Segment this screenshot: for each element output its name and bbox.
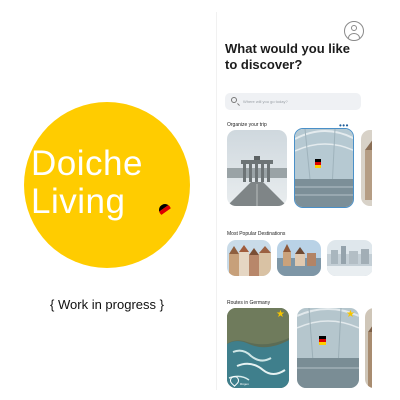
route-card-coast[interactable]: ★ Rügen <box>227 308 289 388</box>
user-profile-icon[interactable] <box>344 21 364 41</box>
search-bar[interactable] <box>225 93 361 110</box>
destination-card-1[interactable] <box>227 240 271 276</box>
section-title-popular: Most Popular Destinations <box>227 231 286 237</box>
logo-text-line1: Doiche <box>31 144 143 183</box>
route-card-partial[interactable] <box>365 308 372 388</box>
page-title: What would you like to discover? <box>225 41 350 72</box>
section-title-organize: Organize your trip <box>227 122 267 128</box>
search-icon <box>231 97 237 103</box>
app-screen: What would you like to discover? Organiz… <box>216 12 372 390</box>
trip-card-partial[interactable] <box>361 130 372 206</box>
section-title-routes: Routes in Germany <box>227 300 271 306</box>
destination-card-3[interactable] <box>327 240 372 276</box>
destination-card-2[interactable] <box>277 240 321 276</box>
star-icon[interactable]: ★ <box>346 310 356 320</box>
trip-card-brandenburg-gate[interactable] <box>227 130 287 206</box>
route-card-place: Rügen <box>240 382 249 386</box>
logo-text-line2: Living <box>31 182 126 221</box>
trip-card-reichstag-dome[interactable] <box>294 128 354 208</box>
route-card-reichstag[interactable]: ★ <box>297 308 359 388</box>
star-icon[interactable]: ★ <box>276 310 286 320</box>
search-input[interactable] <box>243 95 353 108</box>
work-in-progress-caption: { Work in progress } <box>50 297 164 312</box>
